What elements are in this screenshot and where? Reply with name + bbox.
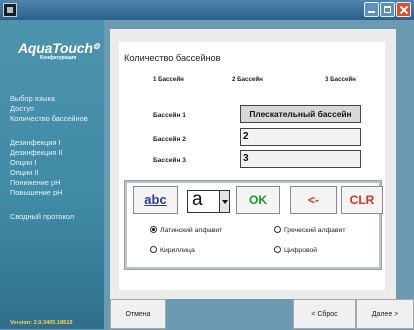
column-header-pool-2: 2 Бассейн (232, 76, 263, 83)
radio-unchecked-icon (274, 246, 281, 253)
sidebar: AquaTouch⚙ Конфигурация Выбор языка Дост… (0, 20, 104, 329)
sidebar-item-access[interactable]: Доступ (10, 104, 88, 114)
sidebar-item-ph-up[interactable]: Повышение pH (10, 188, 88, 198)
radio-greek[interactable]: Греческий алфавит (274, 226, 345, 234)
title-bar (0, 0, 414, 20)
sidebar-item-pool-count[interactable]: Количество бассейнов (10, 114, 88, 124)
next-button[interactable]: Далее > (356, 299, 414, 329)
radio-numeric-label: Цифровой (284, 247, 318, 254)
sidebar-item-disinfection-2[interactable]: Дезинфекция II (10, 148, 88, 158)
logo-subtitle: Конфигурация (40, 55, 77, 61)
radio-greek-label: Греческий алфавит (284, 227, 346, 234)
reset-button[interactable]: < Сброс (293, 299, 356, 329)
character-select[interactable]: a (187, 189, 230, 213)
radio-cyrillic[interactable]: Кириллица (150, 246, 195, 254)
abc-button[interactable]: abc (133, 186, 178, 214)
radio-numeric[interactable]: Цифровой (274, 246, 317, 254)
sidebar-item-language[interactable]: Выбор языка (10, 94, 88, 104)
radio-unchecked-icon (274, 226, 281, 233)
sidebar-item-options-1[interactable]: Опции I (10, 158, 88, 168)
pool-2-label: Бассейн 2 (153, 136, 186, 143)
minimize-icon[interactable] (364, 2, 379, 17)
column-header-pool-3: 3 Бассейн (325, 76, 356, 83)
close-icon[interactable] (396, 2, 411, 17)
version-label: Version: 2.0.3405.18519 (10, 320, 73, 326)
maximize-icon[interactable] (380, 2, 395, 17)
radio-latin-label: Латинский алфавит (160, 227, 223, 234)
pool-1-label: Бассейн 1 (153, 112, 186, 119)
clear-button[interactable]: CLR (341, 186, 383, 214)
sidebar-item-disinfection-1[interactable]: Дезинфекция I (10, 138, 88, 148)
chevron-down-icon[interactable] (219, 191, 229, 212)
ok-button[interactable]: OK (236, 186, 280, 214)
radio-cyrillic-label: Кириллица (160, 247, 195, 254)
sidebar-nav: Выбор языка Доступ Количество бассейнов … (10, 94, 88, 222)
page-title: Количество бассейнов (124, 53, 221, 63)
cancel-button[interactable]: Отмена (110, 299, 166, 329)
column-header-pool-1: 1 Бассейн (153, 76, 184, 83)
app-logo: AquaTouch⚙ (18, 40, 100, 56)
radio-unchecked-icon (150, 246, 157, 253)
sidebar-item-options-2[interactable]: Опции II (10, 168, 88, 178)
sidebar-item-ph-down[interactable]: Понижение pH (10, 178, 88, 188)
app-icon[interactable] (3, 3, 17, 17)
pool-3-name-field[interactable]: 3 (240, 150, 361, 168)
window-controls (364, 2, 411, 17)
pool-3-label: Бассейн 3 (153, 157, 186, 164)
radio-latin[interactable]: Латинский алфавит (150, 226, 222, 234)
sidebar-item-summary[interactable]: Сводный протокол (10, 212, 88, 222)
radio-checked-icon (150, 226, 157, 233)
character-value: a (192, 189, 203, 210)
backspace-button[interactable]: <- (290, 186, 337, 214)
pool-2-name-field[interactable]: 2 (240, 128, 361, 146)
pool-1-name-field[interactable]: Плескательный бассейн (240, 105, 361, 123)
